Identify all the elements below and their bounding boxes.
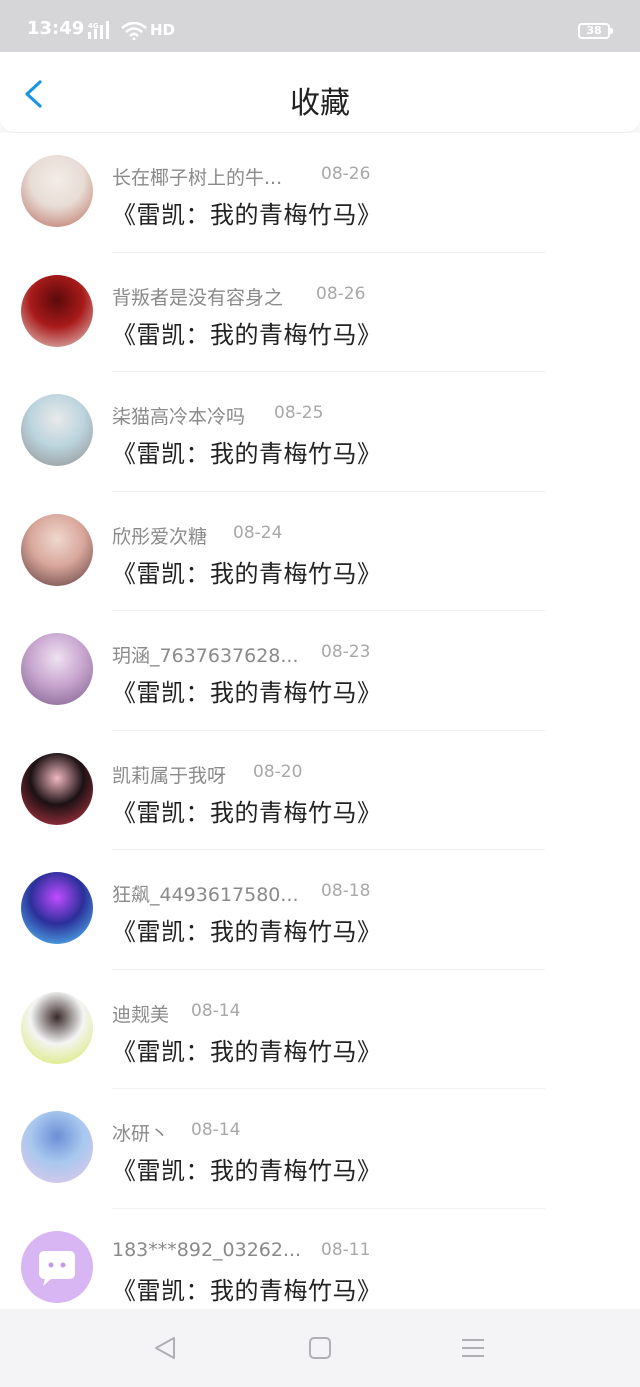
avatar[interactable] [21,991,93,1064]
wifi-icon [121,22,147,40]
home-square-icon [309,1337,331,1359]
username: 凯莉属于我呀 [112,764,227,787]
username: 玥涵_7637637628... [112,645,299,667]
date: 08-14 [191,1120,241,1140]
date: 08-23 [321,642,371,662]
book-title[interactable]: 《雷凯：我的青梅竹马》 [112,1271,382,1306]
status-time: 13:49 [27,18,85,39]
book-title[interactable]: 《雷凯：我的青梅竹马》 [112,315,382,350]
nav-menu-button[interactable] [458,1333,488,1363]
hd-indicator: HD [150,21,176,39]
avatar[interactable] [21,1111,93,1183]
username: 长在椰子树上的牛... [112,167,283,189]
list-item[interactable]: 玥涵_7637637628... 08-23 《雷凯：我的青梅竹马》 [0,611,640,731]
book-title[interactable]: 《雷凯：我的青梅竹马》 [112,554,382,589]
date: 08-25 [274,403,324,423]
username: 狂飙_4493617580... [112,884,299,906]
date: 08-24 [233,522,283,543]
svg-text:4G: 4G [88,22,99,30]
list-item[interactable]: 冰研丶 08-14 《雷凯：我的青梅竹马》 [0,1089,640,1209]
avatar[interactable] [21,1230,93,1303]
list-item[interactable]: 凯莉属于我呀 08-20 《雷凯：我的青梅竹马》 [0,731,640,850]
book-title[interactable]: 《雷凯：我的青梅竹马》 [112,1151,382,1186]
username: 冰研丶 [112,1123,170,1145]
avatar[interactable] [21,394,93,466]
list-item[interactable]: 背叛者是没有容身之 08-26 《雷凯：我的青梅竹马》 [0,253,640,372]
avatar[interactable] [21,274,93,347]
nav-back-button[interactable] [150,1333,180,1363]
book-title[interactable]: 《雷凯：我的青梅竹马》 [112,1032,382,1067]
signal-icon: 4G [88,21,109,39]
username: 背叛者是没有容身之 [112,286,284,309]
list-item[interactable]: 欣彤爱次糖 08-24 《雷凯：我的青梅竹马》 [0,492,640,611]
username: 柒猫高冷本冷吗 [112,406,246,428]
avatar[interactable] [21,155,93,227]
date: 08-26 [321,164,371,184]
page-title: 收藏 [290,86,350,121]
battery-icon: 38 [578,23,613,39]
nav-home-button[interactable] [305,1333,335,1363]
avatar[interactable] [21,872,93,944]
list-item[interactable]: 柒猫高冷本冷吗 08-25 《雷凯：我的青梅竹马》 [0,372,640,492]
book-title[interactable]: 《雷凯：我的青梅竹马》 [112,673,382,708]
list-item[interactable]: 狂飙_4493617580... 08-18 《雷凯：我的青梅竹马》 [0,850,640,970]
book-title[interactable]: 《雷凯：我的青梅竹马》 [112,912,382,947]
book-title[interactable]: 《雷凯：我的青梅竹马》 [112,434,382,469]
date: 08-14 [191,1000,241,1021]
menu-lines-icon [462,1339,484,1357]
date: 08-18 [321,881,371,901]
status-bar: 13:49 4G HD 38 [0,0,640,52]
username: 183***892_03262... [112,1238,302,1261]
book-title[interactable]: 《雷凯：我的青梅竹马》 [112,793,382,828]
back-triangle-icon [155,1337,175,1359]
book-title[interactable]: 《雷凯：我的青梅竹马》 [112,195,382,230]
system-nav-bar [0,1309,640,1387]
favorites-list: 长在椰子树上的牛... 08-26 《雷凯：我的青梅竹马》 背叛者是没有容身之 … [0,133,640,1328]
list-item[interactable]: 长在椰子树上的牛... 08-26 《雷凯：我的青梅竹马》 [0,133,640,253]
chat-bubble-icon [39,1250,75,1286]
list-item[interactable]: 迪觌美 08-14 《雷凯：我的青梅竹马》 [0,970,640,1089]
avatar[interactable] [21,513,93,586]
date: 08-26 [316,283,366,304]
username: 迪觌美 [112,1003,170,1026]
avatar[interactable] [21,633,93,705]
date: 08-11 [321,1239,371,1260]
avatar[interactable] [21,752,93,825]
header-bar: 收藏 [0,52,640,133]
username: 欣彤爱次糖 [112,525,208,548]
date: 08-20 [253,761,303,782]
